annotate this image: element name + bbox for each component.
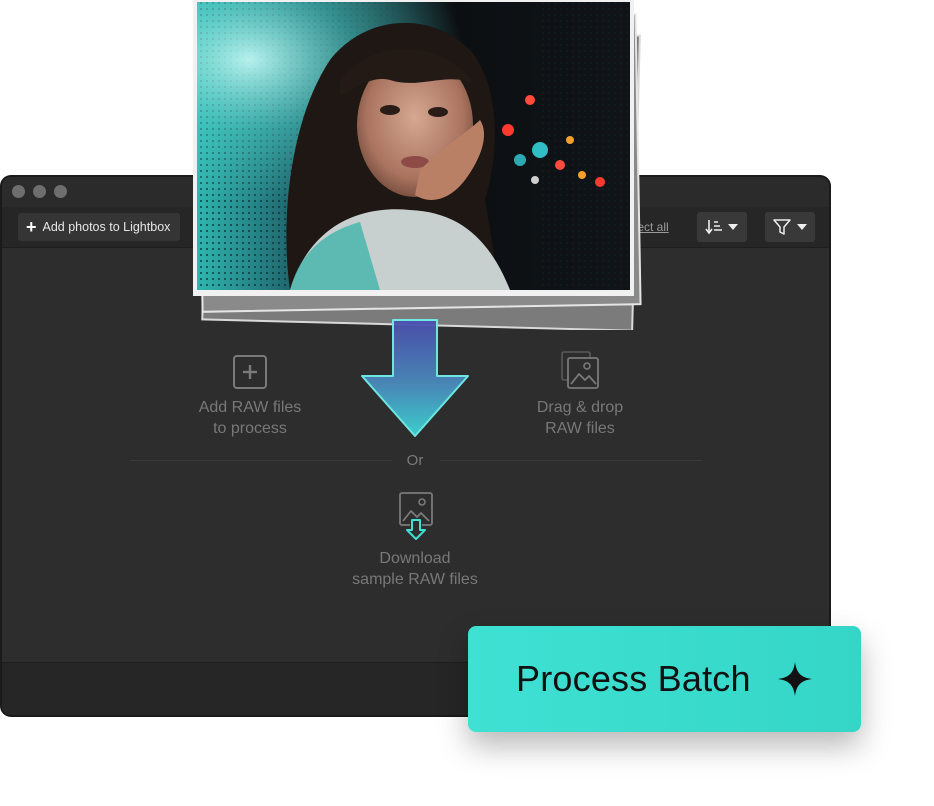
photo-stack	[180, 0, 650, 332]
add-raw-line1: Add RAW files	[198, 399, 302, 416]
arrow-down-icon	[361, 319, 469, 437]
divider-right	[440, 460, 702, 461]
process-batch-button[interactable]: Process Batch	[468, 626, 861, 732]
or-label: Or	[406, 452, 424, 469]
divider-left	[130, 460, 392, 461]
download-line1: Download	[379, 550, 451, 567]
plus-icon: +	[26, 217, 37, 237]
add-raw-files-label: Add RAW files to process	[170, 397, 330, 439]
zoom-window-button[interactable]	[54, 185, 67, 198]
sort-icon	[705, 220, 738, 235]
close-window-button[interactable]	[12, 185, 25, 198]
add-raw-line2: to process	[213, 420, 287, 437]
drag-drop-line1: Drag & drop	[536, 399, 624, 416]
sparkle-icon	[778, 662, 812, 696]
image-download-icon	[399, 492, 433, 540]
filter-icon	[773, 219, 807, 235]
add-photos-button[interactable]: + Add photos to Lightbox	[18, 213, 181, 241]
download-line2: sample RAW files	[352, 571, 478, 588]
filter-button[interactable]	[765, 212, 815, 242]
drag-drop-label: Drag & drop RAW files	[500, 397, 660, 439]
drag-drop-line2: RAW files	[545, 420, 615, 437]
process-batch-label: Process Batch	[516, 658, 751, 699]
download-sample-label: Download sample RAW files	[330, 548, 500, 590]
portrait-photo	[193, 0, 642, 332]
minimize-window-button[interactable]	[33, 185, 46, 198]
image-stack-icon	[561, 351, 599, 389]
sort-button[interactable]	[697, 212, 747, 242]
plus-square-icon	[233, 355, 267, 389]
add-photos-label: Add photos to Lightbox	[42, 220, 171, 234]
